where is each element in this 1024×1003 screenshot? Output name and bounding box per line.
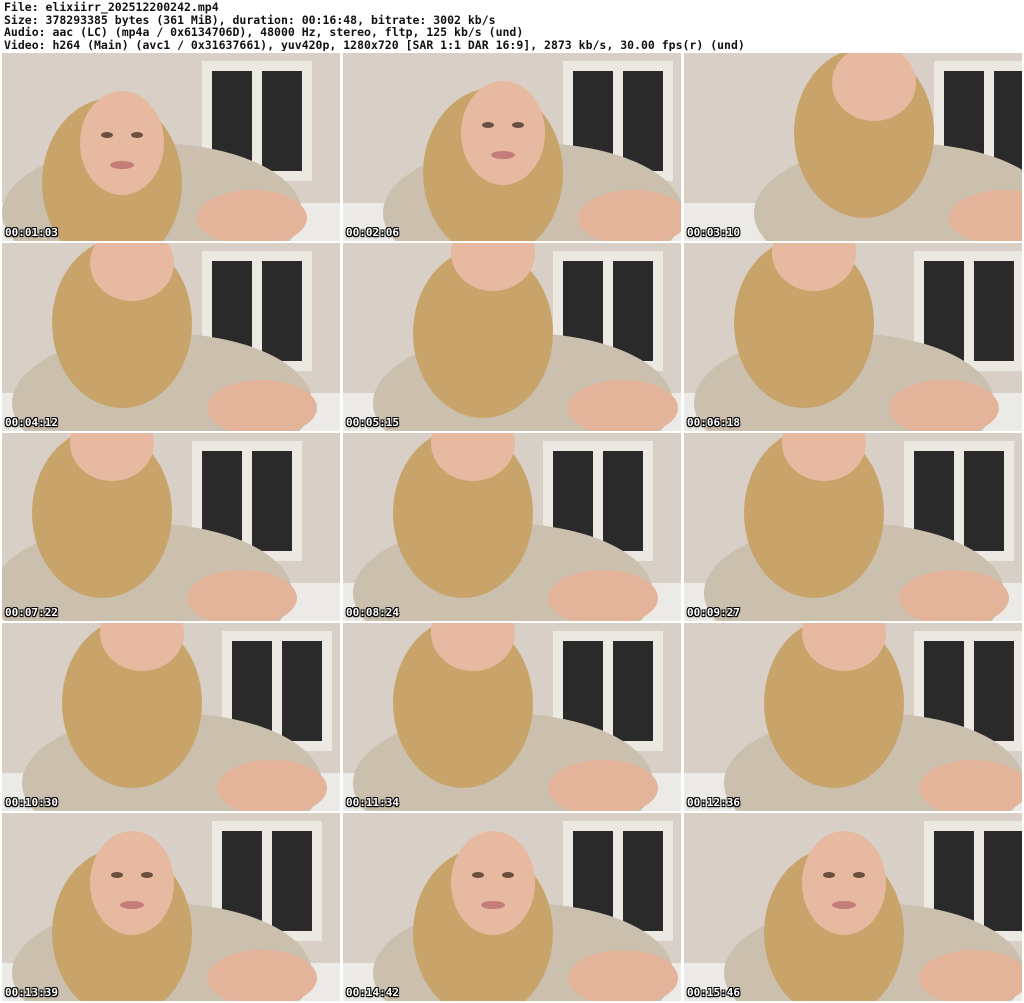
frame-timestamp: 00:08:24: [346, 606, 399, 619]
video-info-line: Video: h264 (Main) (avc1 / 0x31637661), …: [4, 38, 745, 52]
thumbnail-frame[interactable]: 00:04:12: [2, 243, 340, 431]
frame-timestamp: 00:05:15: [346, 416, 399, 429]
thumbnail-frame[interactable]: 00:13:39: [2, 813, 340, 1001]
frame-image: [343, 813, 681, 1001]
frame-timestamp: 00:15:46: [687, 986, 740, 999]
frame-timestamp: 00:04:12: [5, 416, 58, 429]
thumbnail-frame[interactable]: 00:08:24: [343, 433, 681, 621]
frame-timestamp: 00:01:03: [5, 226, 58, 239]
frame-timestamp: 00:11:34: [346, 796, 399, 809]
thumbnail-frame[interactable]: 00:03:10: [684, 53, 1022, 241]
file-name-line: File: elixiirr_202512200242.mp4: [4, 1, 219, 14]
frame-timestamp: 00:07:22: [5, 606, 58, 619]
thumbnail-frame[interactable]: 00:01:03: [2, 53, 340, 241]
thumbnail-frame[interactable]: 00:05:15: [343, 243, 681, 431]
frame-image: [684, 623, 1022, 811]
thumbnail-frame[interactable]: 00:15:46: [684, 813, 1022, 1001]
frame-timestamp: 00:02:06: [346, 226, 399, 239]
audio-info-line: Audio: aac (LC) (mp4a / 0x6134706D), 480…: [4, 26, 524, 39]
frame-image: [2, 623, 340, 811]
frame-image: [343, 53, 681, 241]
thumbnail-frame[interactable]: 00:14:42: [343, 813, 681, 1001]
thumbnail-frame[interactable]: 00:11:34: [343, 623, 681, 811]
frame-image: [684, 53, 1022, 241]
frame-timestamp: 00:09:27: [687, 606, 740, 619]
frame-image: [343, 433, 681, 621]
frame-image: [343, 243, 681, 431]
thumbnail-frame[interactable]: 00:10:30: [2, 623, 340, 811]
frame-image: [684, 433, 1022, 621]
frame-timestamp: 00:10:30: [5, 796, 58, 809]
file-size-line: Size: 378293385 bytes (361 MiB), duratio…: [4, 13, 496, 27]
frame-timestamp: 00:12:36: [687, 796, 740, 809]
thumbnail-frame[interactable]: 00:07:22: [2, 433, 340, 621]
thumbnail-frame[interactable]: 00:12:36: [684, 623, 1022, 811]
frame-image: [684, 813, 1022, 1001]
frame-image: [2, 813, 340, 1001]
file-info-header: File: elixiirr_202512200242.mp4 Size: 37…: [4, 1, 1020, 51]
frame-image: [343, 623, 681, 811]
frame-image: [2, 243, 340, 431]
thumbnail-frame[interactable]: 00:09:27: [684, 433, 1022, 621]
thumbnail-grid: 00:01:03 00:02:06 00:03:10 00:04:12 00:0…: [2, 53, 1022, 1001]
frame-timestamp: 00:14:42: [346, 986, 399, 999]
thumbnail-frame[interactable]: 00:02:06: [343, 53, 681, 241]
thumbnail-frame[interactable]: 00:06:18: [684, 243, 1022, 431]
frame-image: [2, 53, 340, 241]
frame-image: [2, 433, 340, 621]
frame-image: [684, 243, 1022, 431]
frame-timestamp: 00:03:10: [687, 226, 740, 239]
frame-timestamp: 00:06:18: [687, 416, 740, 429]
frame-timestamp: 00:13:39: [5, 986, 58, 999]
